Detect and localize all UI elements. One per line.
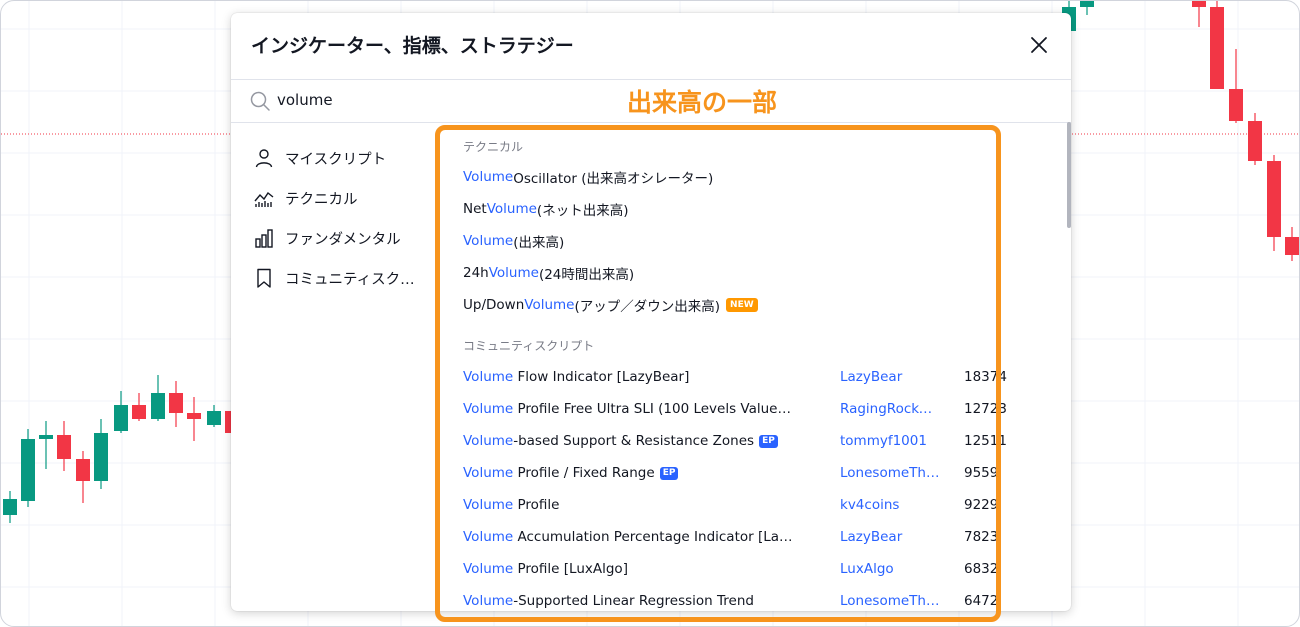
candle-body bbox=[21, 439, 35, 501]
sidebar-item-label: テクニカル bbox=[285, 191, 358, 208]
search-input[interactable] bbox=[277, 87, 617, 113]
likes-count: 6472 bbox=[964, 593, 999, 609]
dialog-title: インジケーター、指標、ストラテジー bbox=[251, 35, 574, 57]
author-link[interactable]: kv4coins bbox=[840, 497, 940, 513]
sidebar-item-technical[interactable]: テクニカル bbox=[253, 183, 433, 213]
results-list: テクニカル Volume Oscillator (出来高オシレーター) Net … bbox=[431, 122, 1071, 611]
candle-body bbox=[76, 459, 90, 481]
list-item[interactable]: Volume (出来高) bbox=[463, 230, 564, 252]
section-heading-technical: テクニカル bbox=[463, 140, 524, 154]
author-link[interactable]: RagingRocket... bbox=[840, 401, 940, 417]
technical-chart-icon bbox=[254, 191, 274, 207]
author-link[interactable]: LonesomeThe... bbox=[840, 465, 940, 481]
likes-count: 12723 bbox=[964, 401, 1007, 417]
annotation-label: 出来高の一部 bbox=[627, 88, 778, 117]
list-item[interactable]: Volume-Supported Linear Regression Trend… bbox=[463, 590, 998, 611]
close-icon[interactable] bbox=[1027, 33, 1051, 57]
search-icon bbox=[250, 91, 270, 111]
list-item[interactable]: Volume Accumulation Percentage Indicator… bbox=[463, 526, 998, 548]
candle-body bbox=[1267, 161, 1281, 237]
candle-body bbox=[1080, 1, 1094, 7]
list-item[interactable]: Net Volume (ネット出来高) bbox=[463, 198, 628, 220]
candle-body bbox=[94, 433, 108, 481]
candle-body bbox=[132, 405, 146, 419]
likes-count: 18374 bbox=[964, 369, 1007, 385]
list-item[interactable]: Volume Profile / Fixed Range EP LonesomeT… bbox=[463, 462, 998, 484]
sidebar-item-label: ファンダメンタル bbox=[285, 231, 401, 248]
likes-count: 7823 bbox=[964, 529, 999, 545]
candle-body bbox=[57, 435, 71, 459]
list-item[interactable]: Volume Profile Free Ultra SLI (100 Level… bbox=[463, 398, 1007, 420]
candle-body bbox=[207, 411, 221, 425]
likes-count: 6832 bbox=[964, 561, 999, 577]
candle-body bbox=[1229, 89, 1243, 121]
sidebar-item-community-scripts[interactable]: コミュニティスクリ... bbox=[253, 263, 433, 293]
likes-count: 9559 bbox=[964, 465, 999, 481]
author-link[interactable]: LazyBear bbox=[840, 529, 940, 545]
bar-chart-icon bbox=[255, 229, 273, 248]
list-item[interactable]: Volume Flow Indicator [LazyBear] LazyBea… bbox=[463, 366, 1007, 388]
candle-body bbox=[1192, 1, 1206, 7]
candle-body bbox=[1210, 7, 1224, 89]
candle-body bbox=[1248, 121, 1262, 161]
sidebar-item-label: マイスクリプト bbox=[285, 151, 387, 168]
person-icon bbox=[255, 149, 273, 168]
candle-body bbox=[187, 413, 201, 419]
bookmark-icon bbox=[257, 268, 271, 288]
author-link[interactable]: tommyf1001 bbox=[840, 433, 940, 449]
likes-count: 12511 bbox=[964, 433, 1007, 449]
list-item[interactable]: Up/Down Volume (アップ／ダウン出来高) NEW bbox=[463, 294, 758, 316]
new-badge: NEW bbox=[726, 298, 758, 312]
sidebar-item-label: コミュニティスクリ... bbox=[285, 271, 425, 288]
candle-body bbox=[1285, 237, 1299, 255]
list-item[interactable]: Volume Oscillator (出来高オシレーター) bbox=[463, 166, 713, 188]
list-item[interactable]: Volume-based Support & Resistance Zones E… bbox=[463, 430, 1007, 452]
candle-body bbox=[114, 405, 128, 431]
candle-body bbox=[39, 435, 53, 439]
section-heading-community: コミュニティスクリプト bbox=[463, 339, 595, 353]
results-scrollbar[interactable] bbox=[1067, 122, 1071, 228]
list-item[interactable]: Volume Profile kv4coins 9229 bbox=[463, 494, 998, 516]
screenshot-frame: インジケーター、指標、ストラテジー マイスクリプト bbox=[0, 0, 1300, 627]
ep-badge: EP bbox=[659, 466, 679, 480]
sidebar-item-fundamental[interactable]: ファンダメンタル bbox=[253, 223, 433, 253]
candle-body bbox=[151, 393, 165, 419]
list-item[interactable]: Volume Profile [LuxAlgo] LuxAlgo 6832 bbox=[463, 558, 998, 580]
author-link[interactable]: LonesomeThe... bbox=[840, 593, 940, 609]
ep-badge: EP bbox=[759, 434, 778, 448]
author-link[interactable]: LuxAlgo bbox=[840, 561, 940, 577]
category-sidebar: マイスクリプト テクニカル ファンダメンタル コミュニティスクリ... bbox=[231, 122, 431, 611]
list-item[interactable]: 24h Volume (24時間出来高) bbox=[463, 262, 634, 284]
candle-body bbox=[169, 393, 183, 413]
sidebar-item-my-scripts[interactable]: マイスクリプト bbox=[253, 143, 433, 173]
likes-count: 9229 bbox=[964, 497, 999, 513]
candle-body bbox=[3, 499, 17, 515]
author-link[interactable]: LazyBear bbox=[840, 369, 940, 385]
